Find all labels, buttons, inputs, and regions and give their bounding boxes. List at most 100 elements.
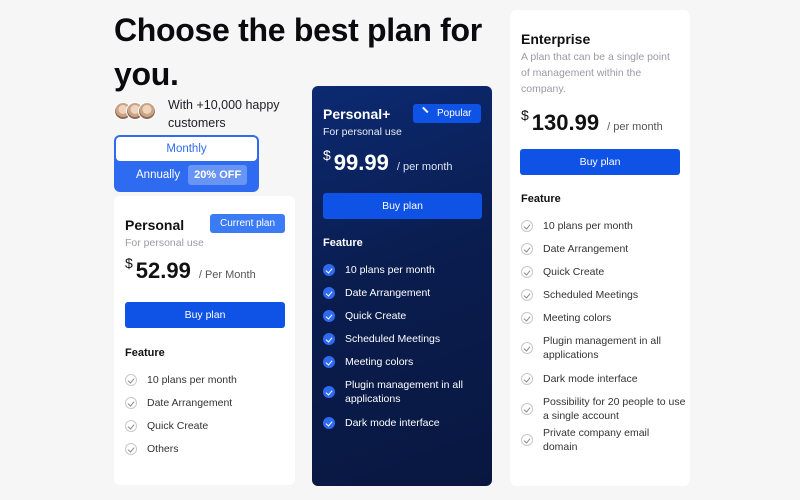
feature-label: Date Arrangement: [345, 286, 431, 299]
feature-item: Plugin management in all applications: [521, 329, 686, 367]
check-icon: [521, 265, 533, 278]
feature-item: 10 plans per month: [521, 214, 686, 237]
currency-symbol: $: [521, 107, 529, 123]
feature-list: 10 plans per month Date Arrangement Quick …: [125, 368, 290, 460]
check-icon: [323, 332, 335, 345]
social-proof-text: With +10,000 happy customers: [168, 98, 280, 130]
billing-annually-option[interactable]: Annually 20% OFF: [116, 161, 257, 188]
feature-item: Possibility for 20 people to use a singl…: [521, 390, 686, 428]
plan-card-personal-plus: Personal+ Popular For personal use $ 99.…: [312, 86, 492, 486]
feature-label: Date Arrangement: [543, 242, 629, 255]
billing-monthly-option[interactable]: Monthly: [116, 137, 257, 161]
feature-label: Plugin management in all applications: [345, 379, 463, 405]
plan-price: $ 130.99 / per month: [521, 107, 663, 136]
feature-item: Quick Create: [125, 414, 290, 437]
feature-item: Others: [125, 437, 290, 460]
feature-list: 10 plans per month Date Arrangement Quick …: [521, 214, 686, 453]
plan-price: $ 52.99 / Per Month: [125, 255, 256, 284]
feature-label: Dark mode interface: [345, 416, 440, 429]
check-icon: [521, 372, 533, 385]
feature-item: 10 plans per month: [125, 368, 290, 391]
check-icon: [323, 263, 335, 276]
feature-label: Plugin management in all applications: [543, 335, 661, 361]
discount-badge: 20% OFF: [188, 164, 248, 185]
feature-label: Possibility for 20 people to use a singl…: [543, 396, 686, 422]
check-icon: [125, 442, 137, 455]
check-icon: [521, 433, 533, 446]
popular-label: Popular: [437, 108, 472, 119]
check-icon: [323, 355, 335, 368]
currency-symbol: $: [323, 147, 331, 163]
feature-title: Feature: [125, 347, 165, 359]
feature-item: Dark mode interface: [521, 367, 686, 390]
feature-label: Quick Create: [147, 419, 209, 432]
feature-item: Scheduled Meetings: [521, 283, 686, 306]
feature-label: Others: [147, 442, 179, 455]
feature-item: 10 plans per month: [323, 258, 483, 281]
buy-plan-button[interactable]: Buy plan: [323, 193, 482, 219]
feature-item: Date Arrangement: [323, 281, 483, 304]
check-icon: [521, 311, 533, 324]
feature-item: Dark mode interface: [323, 411, 483, 434]
feature-label: Scheduled Meetings: [345, 332, 441, 345]
plan-card-personal: Personal Current plan For personal use $…: [114, 196, 295, 485]
feature-item: Quick Create: [323, 304, 483, 327]
buy-plan-button[interactable]: Buy plan: [125, 302, 285, 328]
check-icon: [323, 309, 335, 322]
check-icon: [323, 286, 335, 299]
feature-title: Feature: [521, 193, 561, 205]
price-period: / per month: [607, 121, 663, 133]
check-icon: [323, 386, 335, 398]
price-period: / per month: [396, 161, 453, 173]
plan-subtitle: A plan that can be a single point of man…: [521, 51, 670, 95]
feature-list: 10 plans per month Date Arrangement Quick …: [323, 258, 483, 434]
check-icon: [521, 342, 533, 354]
plan-name: Enterprise: [521, 31, 591, 47]
buy-plan-button[interactable]: Buy plan: [520, 149, 680, 175]
feature-label: 10 plans per month: [147, 373, 237, 386]
check-icon: [125, 373, 137, 386]
price-amount: 52.99: [135, 258, 191, 283]
plan-card-enterprise: Enterprise A plan that can be a single p…: [510, 10, 690, 486]
feature-label: Dark mode interface: [543, 372, 638, 385]
feature-item: Date Arrangement: [125, 391, 290, 414]
currency-symbol: $: [125, 255, 133, 271]
annually-label: Annually: [136, 168, 181, 181]
feature-label: 10 plans per month: [543, 219, 633, 232]
feature-item: Date Arrangement: [521, 237, 686, 260]
social-proof: With +10,000 happy customers: [114, 96, 288, 132]
feature-label: 10 plans per month: [345, 263, 435, 276]
current-plan-badge: Current plan: [210, 214, 286, 233]
feature-title: Feature: [323, 237, 363, 249]
check-icon: [521, 288, 533, 301]
plan-price: $ 99.99 / per month: [323, 147, 453, 176]
page-title: Choose the best plan for you.: [114, 12, 482, 92]
feature-item: Scheduled Meetings: [323, 327, 483, 350]
check-icon: [521, 403, 533, 415]
feature-label: Scheduled Meetings: [543, 288, 639, 301]
feature-item: Private company email domain: [521, 427, 686, 453]
feature-label: Date Arrangement: [147, 396, 233, 409]
feature-label: Meeting colors: [345, 355, 414, 368]
check-icon: [323, 416, 335, 429]
feature-item: Plugin management in all applications: [323, 373, 483, 411]
price-amount: 130.99: [531, 110, 600, 135]
plan-subtitle: For personal use: [323, 126, 402, 138]
check-icon: [125, 396, 137, 409]
plan-name: Personal+: [323, 106, 391, 122]
avatar: [138, 102, 156, 120]
check-icon: [125, 419, 137, 432]
popular-badge: Popular: [413, 104, 482, 123]
feature-item: Meeting colors: [521, 306, 686, 329]
price-amount: 99.99: [333, 150, 389, 175]
feature-label: Quick Create: [345, 309, 407, 322]
feature-item: Quick Create: [521, 260, 686, 283]
check-icon: [521, 219, 533, 232]
feature-label: Meeting colors: [543, 311, 612, 324]
customer-avatars: [114, 102, 156, 120]
feature-label: Quick Create: [543, 265, 605, 278]
check-icon: [521, 242, 533, 255]
billing-toggle: Monthly Annually 20% OFF: [114, 135, 259, 192]
plan-name: Personal: [125, 217, 185, 233]
price-period: / Per Month: [198, 269, 256, 281]
